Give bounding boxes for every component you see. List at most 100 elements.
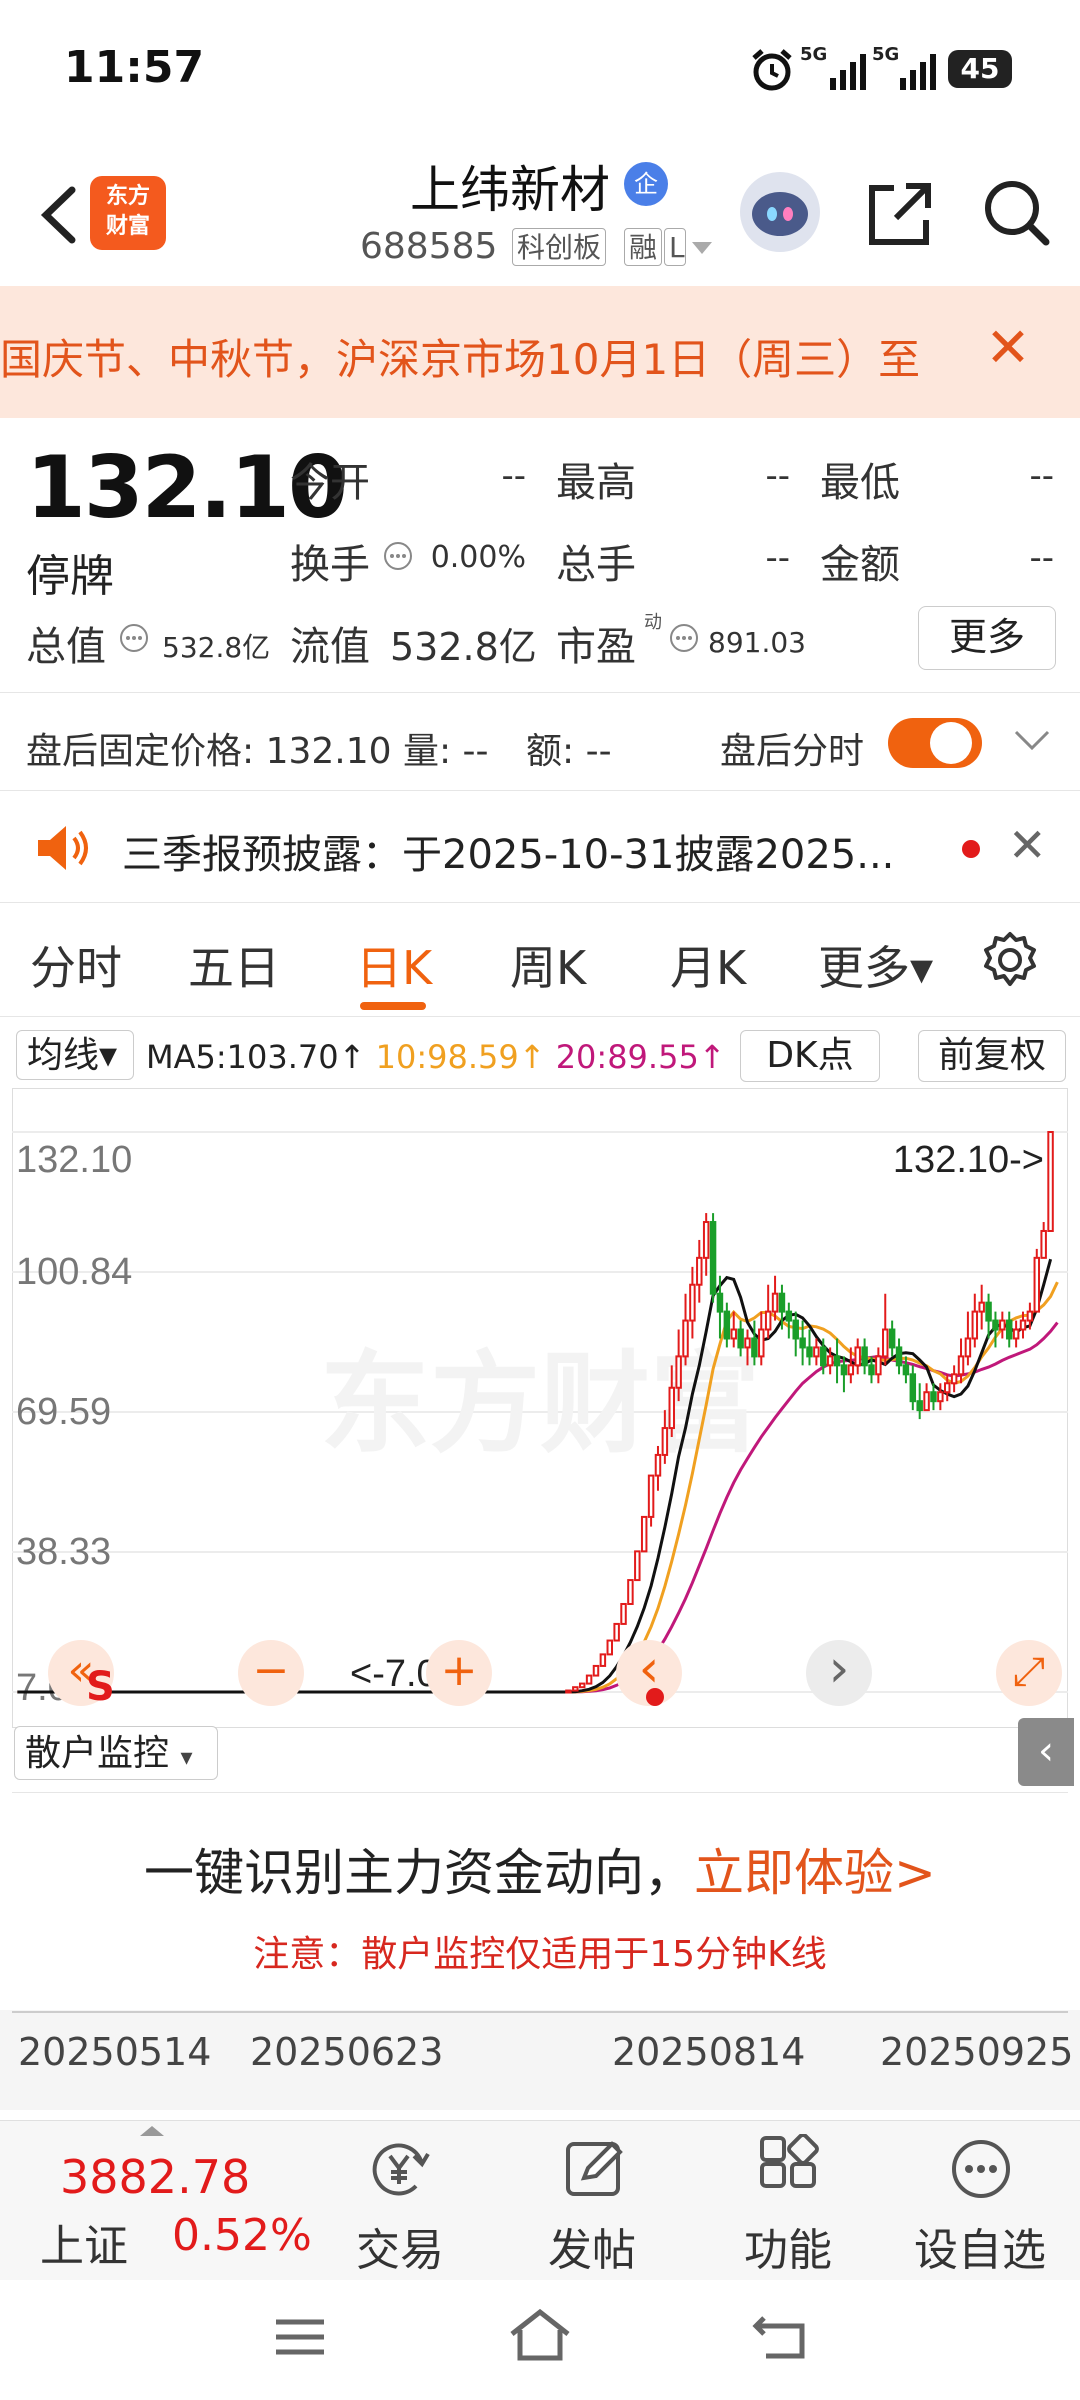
candle-body (647, 1474, 655, 1518)
date-label: 20250925 (880, 2030, 1074, 2074)
candle-body (709, 1221, 717, 1295)
marker-dot (646, 1688, 664, 1706)
active-tab-indicator (360, 1002, 426, 1010)
kline-chart[interactable]: 132.10100.8469.5938.337.07东方财富132.10-><-… (12, 1088, 1068, 1728)
logo-text-top: 东方 (105, 184, 150, 209)
candle-body (578, 1682, 586, 1689)
market-cap-value: 532.8亿 (162, 631, 271, 664)
menu-icon[interactable] (270, 2312, 330, 2362)
add-watchlist-label[interactable]: 设自选 (900, 2214, 1060, 2278)
candle-body (572, 1686, 579, 1692)
close-icon[interactable]: ✕ (1008, 818, 1047, 872)
date-axis-ticks (12, 2011, 1068, 2013)
float-cap-label: 流值 (290, 624, 370, 670)
back-nav-icon[interactable] (750, 2308, 814, 2364)
promo-cta-link[interactable]: 立即体验> (694, 1844, 936, 1902)
pe-dynamic-mark: 动 (644, 612, 662, 633)
expand-up-icon[interactable] (140, 2126, 164, 2136)
grid-apps-icon[interactable] (754, 2134, 824, 2204)
retail-monitor-label: 散户监控 (25, 1733, 170, 1774)
functions-label[interactable]: 功能 (708, 2214, 868, 2278)
candle-body (661, 1427, 669, 1456)
home-icon[interactable] (504, 2304, 576, 2364)
speaker-icon (38, 826, 88, 870)
promo-note: 注意：散户监控仅适用于15分钟K线 (253, 1934, 827, 1975)
more-dots-icon[interactable] (946, 2134, 1016, 2204)
clock: 11:57 (64, 42, 205, 93)
yen-exchange-icon[interactable] (364, 2134, 434, 2204)
info-dots-icon[interactable] (118, 622, 150, 654)
candle-body (792, 1319, 799, 1340)
candle-body (771, 1292, 779, 1313)
zoom-in-button[interactable]: + (426, 1640, 492, 1706)
y-tick-label: 38.33 (16, 1531, 111, 1573)
tab-five-day[interactable]: 五日 (188, 932, 280, 998)
gear-icon[interactable] (978, 928, 1042, 992)
search-icon[interactable] (976, 172, 1056, 252)
candle-body (923, 1391, 930, 1412)
candle-body (875, 1355, 882, 1376)
ma5-value: MA5:103.70↑ (146, 1038, 366, 1076)
date-label: 20250514 (18, 2030, 212, 2074)
info-dots-icon[interactable] (668, 622, 700, 654)
candle-body (640, 1515, 648, 1553)
candle-body (964, 1337, 972, 1358)
announcement-text[interactable]: 三季报预披露：于2025-10-31披露2025... (122, 822, 894, 880)
signal-icon-2 (900, 54, 936, 90)
unread-dot (962, 840, 980, 858)
post-label[interactable]: 发帖 (512, 2214, 672, 2278)
edit-post-icon[interactable] (560, 2134, 630, 2204)
candle-body (992, 1319, 999, 1331)
after-hours-fixed-price: 盘后固定价格: 132.10 量: -- (26, 731, 489, 772)
tag-l: L (664, 228, 686, 266)
more-button[interactable]: 更多 (918, 606, 1056, 670)
after-hours-toggle[interactable] (888, 718, 982, 768)
holiday-notice-banner[interactable]: 国庆节、中秋节，沪深京市场10月1日（周三）至 ✕ (0, 286, 1080, 418)
tab-weekly-k[interactable]: 周K (510, 932, 586, 998)
candle-body (737, 1328, 744, 1349)
back-arrow-icon[interactable] (24, 170, 94, 260)
close-icon[interactable]: ✕ (978, 316, 1038, 386)
candle-body (620, 1602, 627, 1625)
candle-body (978, 1301, 985, 1313)
candle-body (592, 1664, 600, 1677)
low-label: 最低 (820, 460, 900, 506)
tab-more[interactable]: 更多▾ (818, 932, 933, 998)
tab-daily-k[interactable]: 日K (356, 932, 432, 998)
candle-body (758, 1328, 765, 1358)
candle-body (675, 1355, 682, 1389)
trade-label[interactable]: 交易 (320, 2214, 480, 2278)
chevron-down-icon[interactable] (690, 240, 714, 256)
app-logo[interactable]: 东方 财富 (90, 176, 166, 250)
expand-button[interactable]: ⤢ (996, 1640, 1062, 1706)
market-cap-label: 总值 (26, 624, 106, 670)
candle-body (799, 1337, 806, 1349)
next-button[interactable]: › (806, 1640, 872, 1706)
zoom-out-button[interactable]: − (238, 1640, 304, 1706)
tab-intraday[interactable]: 分时 (30, 932, 122, 998)
candle-body (868, 1364, 875, 1376)
y-tick-label: 100.84 (16, 1251, 132, 1293)
candle-body (813, 1346, 820, 1358)
ma-indicator-select[interactable]: 均线▾ (16, 1030, 134, 1080)
info-dots-icon[interactable] (382, 540, 414, 572)
tag-margin: 融 (624, 228, 663, 266)
assistant-avatar[interactable] (740, 172, 820, 252)
dk-point-select[interactable]: DK点 (740, 1030, 880, 1082)
collapse-button[interactable]: ‹ (1018, 1718, 1074, 1786)
candle-body (785, 1310, 793, 1322)
retail-monitor-select[interactable]: 散户监控 ▾ (14, 1726, 218, 1780)
price-adjust-select[interactable]: 前复权 (918, 1030, 1066, 1082)
share-icon[interactable] (860, 174, 940, 254)
low-value: -- (1029, 456, 1054, 496)
candle-body (930, 1391, 937, 1403)
chevron-down-icon[interactable] (1012, 726, 1052, 756)
plus-icon: + (440, 1645, 478, 1696)
amount-label: 金额 (820, 542, 900, 588)
index-value[interactable]: 3882.78 (60, 2150, 250, 2204)
candle-body (820, 1346, 827, 1367)
candle-body (613, 1622, 620, 1642)
retail-monitor-promo[interactable]: 一键识别主力资金动向，立即体验> 注意：散户监控仅适用于15分钟K线 (12, 1792, 1068, 2012)
tab-monthly-k[interactable]: 月K (670, 932, 746, 998)
turnover-value: 0.00% (430, 540, 526, 575)
